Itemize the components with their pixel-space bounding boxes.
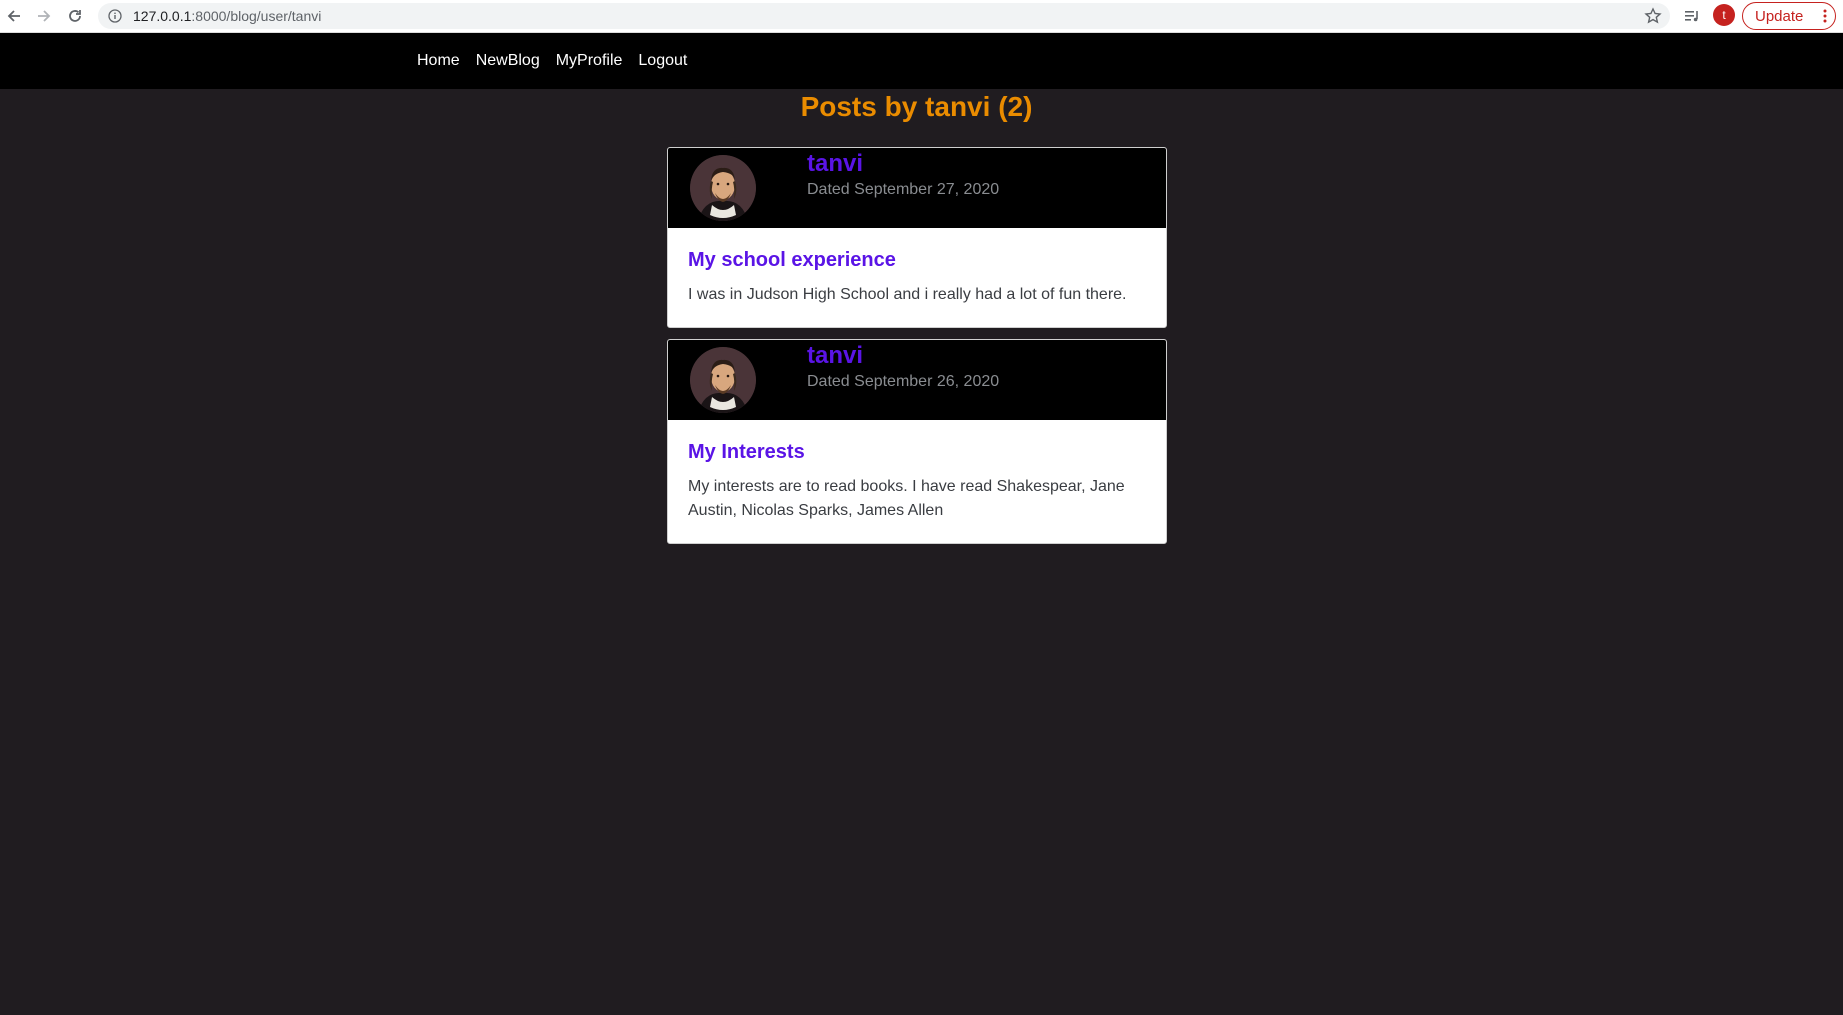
post-card: tanvi Dated September 26, 2020 My Intere… — [667, 339, 1167, 544]
nav-link-myprofile[interactable]: MyProfile — [556, 52, 623, 70]
post-title[interactable]: My Interests — [688, 440, 1146, 464]
profile-avatar[interactable]: t — [1713, 4, 1735, 26]
author-avatar[interactable] — [690, 347, 756, 413]
post-author[interactable]: tanvi — [807, 342, 863, 370]
reload-icon[interactable] — [61, 2, 89, 30]
post-card: tanvi Dated September 27, 2020 My school… — [667, 147, 1167, 328]
nav-link-newblog[interactable]: NewBlog — [476, 52, 540, 70]
url-host: 127.0.0.1 — [133, 8, 192, 24]
url-text: 127.0.0.1:8000/blog/user/tanvi — [133, 7, 321, 25]
more-menu-icon — [1823, 8, 1827, 24]
media-controls-icon[interactable] — [1681, 5, 1703, 27]
post-title[interactable]: My school experience — [688, 248, 1146, 272]
update-button-label: Update — [1755, 7, 1804, 25]
site-info-icon[interactable] — [108, 9, 122, 23]
page-title: Posts by tanvi (2) — [800, 91, 1033, 122]
bookmark-star-icon[interactable] — [1644, 7, 1662, 25]
update-button[interactable]: Update — [1742, 2, 1836, 30]
post-content: My interests are to read books. I have r… — [688, 478, 1125, 519]
back-arrow-icon[interactable] — [0, 2, 28, 30]
address-bar[interactable]: 127.0.0.1:8000/blog/user/tanvi — [98, 3, 1670, 29]
post-content: I was in Judson High School and i really… — [688, 286, 1127, 303]
post-header: tanvi Dated September 26, 2020 — [668, 340, 1166, 420]
nav-link-logout[interactable]: Logout — [638, 52, 687, 70]
nav-link-home[interactable]: Home — [417, 52, 460, 70]
post-header: tanvi Dated September 27, 2020 — [668, 148, 1166, 228]
post-date: Dated September 26, 2020 — [807, 373, 1000, 390]
forward-arrow-icon[interactable] — [30, 2, 58, 30]
post-body: My school experience I was in Judson Hig… — [668, 228, 1166, 327]
author-avatar[interactable] — [690, 155, 756, 221]
url-path: :8000/blog/user/tanvi — [191, 8, 322, 24]
browser-toolbar: 127.0.0.1:8000/blog/user/tanvi t Update — [0, 0, 1843, 33]
post-author[interactable]: tanvi — [807, 150, 863, 178]
site-navbar: Home NewBlog MyProfile Logout — [0, 33, 1843, 89]
navbar-links: Home NewBlog MyProfile Logout — [417, 33, 703, 89]
post-date: Dated September 27, 2020 — [807, 181, 1000, 198]
post-body: My Interests My interests are to read bo… — [668, 420, 1166, 543]
